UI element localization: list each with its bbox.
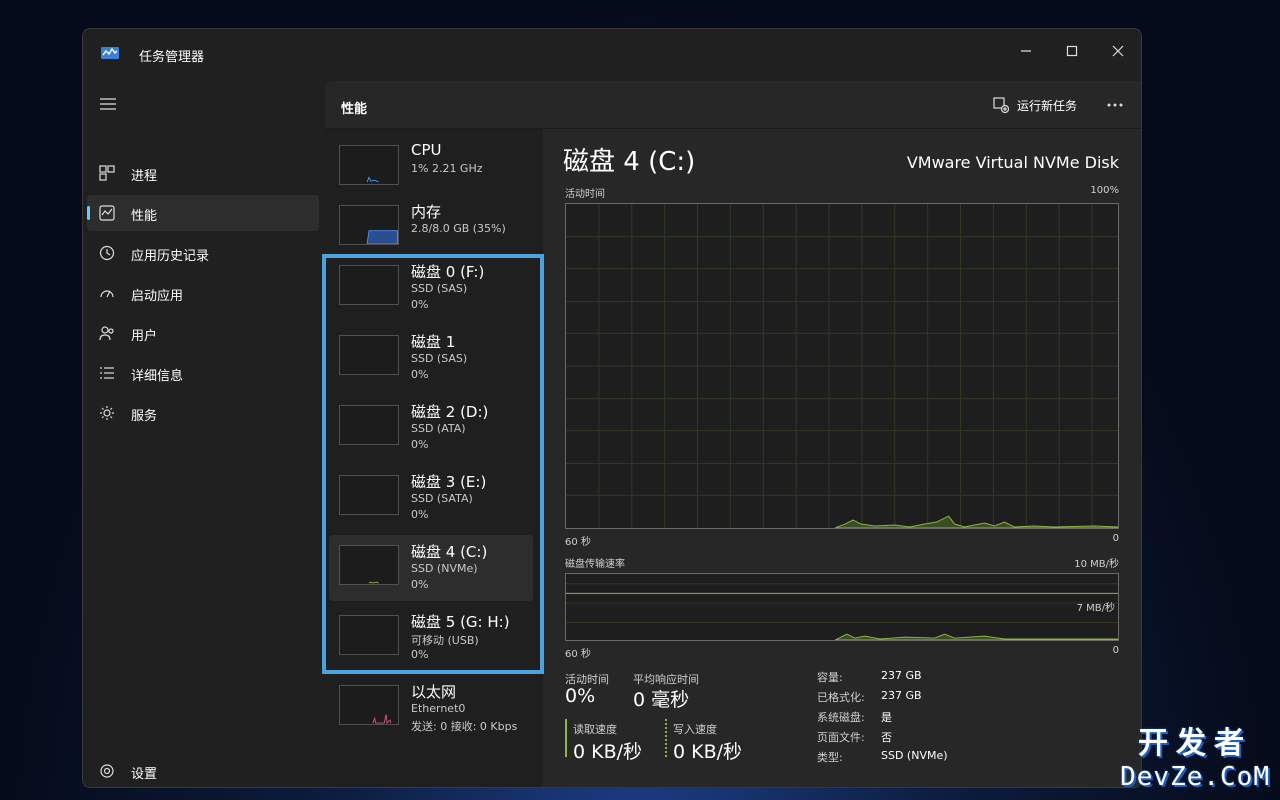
sidebar-item-label: 应用历史记录 <box>131 249 210 264</box>
history-icon <box>99 245 115 261</box>
write-speed-value: 0 KB/秒 <box>673 741 743 763</box>
run-new-task-button[interactable]: 运行新任务 <box>993 95 1077 115</box>
settings-gear-icon <box>100 764 114 778</box>
disk-selection-highlight-box <box>322 254 544 674</box>
processes-icon <box>99 165 115 181</box>
sidebar-item-services[interactable]: 服务 <box>87 395 319 431</box>
main-header: 性能 运行新任务 <box>325 81 1141 129</box>
prop-value: 否 <box>881 731 892 744</box>
device-name: 以太网 <box>411 683 457 701</box>
watermark-top-text: 开发者 <box>1138 726 1253 761</box>
startup-icon <box>100 290 114 298</box>
hamburger-menu-icon[interactable] <box>99 95 117 113</box>
transfer-rate-chart <box>565 573 1119 641</box>
close-icon <box>1112 45 1124 57</box>
sidebar-item-label: 用户 <box>131 329 158 344</box>
minimize-button[interactable] <box>1003 35 1049 67</box>
cpu-thumbnail-graph <box>339 145 399 185</box>
sidebar-item-performance[interactable]: 性能 <box>87 195 319 231</box>
sidebar-item-label: 服务 <box>131 409 158 424</box>
prop-value: 是 <box>881 711 892 724</box>
prop-value: SSD (NVMe) <box>881 749 948 762</box>
sidebar: 进程 性能 应用历史记录 启动应用 用户 详细信息 服务 设置 <box>83 81 325 787</box>
read-speed-marker <box>565 719 567 757</box>
sidebar-item-users[interactable]: 用户 <box>87 315 319 351</box>
page-title: 性能 <box>341 102 368 117</box>
run-task-icon <box>993 97 1009 113</box>
device-cpu[interactable]: CPU 1% 2.21 GHz <box>329 135 533 201</box>
device-usage: 发送: 0 接收: 0 Kbps <box>411 720 518 733</box>
device-ethernet[interactable]: 以太网 Ethernet0 发送: 0 接收: 0 Kbps <box>329 675 533 741</box>
sidebar-item-processes[interactable]: 进程 <box>87 155 319 191</box>
prop-value: 237 GB <box>881 669 922 682</box>
sidebar-item-settings[interactable]: 设置 <box>87 753 319 787</box>
minimize-icon <box>1021 50 1031 52</box>
write-speed-marker <box>665 719 667 757</box>
prop-label: 已格式化: <box>817 691 865 704</box>
sidebar-item-startup[interactable]: 启动应用 <box>87 275 319 311</box>
prop-label: 容量: <box>817 671 843 684</box>
prop-label: 系统磁盘: <box>817 711 865 724</box>
transfer-rate-chart-label: 磁盘传输速率 <box>565 559 625 570</box>
device-subtitle: 1% 2.21 GHz <box>411 162 483 175</box>
task-manager-app-icon <box>101 47 119 59</box>
active-time-chart-label: 活动时间 <box>565 189 605 200</box>
transfer-rate-chart-x-right: 0 <box>1112 645 1119 656</box>
more-options-icon[interactable] <box>1105 95 1125 115</box>
watermark-bottom-text: DevZe.CoM <box>1120 762 1270 792</box>
prop-label: 类型: <box>817 751 843 764</box>
device-subtitle: 2.8/8.0 GB (35%) <box>411 222 506 235</box>
memory-thumbnail-graph <box>339 205 399 245</box>
active-time-stat-value: 0% <box>565 685 596 707</box>
read-speed-value: 0 KB/秒 <box>573 741 643 763</box>
device-memory[interactable]: 内存 2.8/8.0 GB (35%) <box>329 195 533 261</box>
transfer-rate-chart-max: 10 MB/秒 <box>1074 559 1119 570</box>
sidebar-item-details[interactable]: 详细信息 <box>87 355 319 391</box>
services-icon <box>100 406 114 420</box>
device-subtitle: Ethernet0 <box>411 702 466 715</box>
maximize-button[interactable] <box>1049 35 1095 67</box>
title-bar: 任务管理器 <box>83 29 1141 81</box>
disk-detail-panel: 磁盘 4 (C:) VMware Virtual NVMe Disk 活动时间 … <box>563 129 1123 787</box>
devze-watermark: 开发者 DevZe.CoM <box>1120 718 1270 792</box>
sidebar-item-label: 启动应用 <box>131 289 184 304</box>
close-button[interactable] <box>1095 35 1141 67</box>
performance-icon <box>99 205 115 221</box>
sidebar-item-label: 性能 <box>131 209 158 224</box>
active-time-chart-x-left: 60 秒 <box>565 537 591 548</box>
maximize-icon <box>1066 45 1078 57</box>
write-speed-label: 写入速度 <box>673 723 717 736</box>
details-icon <box>100 367 114 379</box>
disk-title: 磁盘 4 (C:) <box>563 147 696 177</box>
active-time-chart <box>565 203 1119 529</box>
response-time-stat-value: 0 毫秒 <box>633 689 690 711</box>
read-speed-label: 读取速度 <box>573 723 617 736</box>
sidebar-item-label: 详细信息 <box>131 369 184 384</box>
transfer-rate-chart-mid: 7 MB/秒 <box>1076 603 1115 614</box>
active-time-chart-max: 100% <box>1090 185 1119 196</box>
prop-value: 237 GB <box>881 689 922 702</box>
transfer-rate-chart-x-left: 60 秒 <box>565 649 591 660</box>
disk-model: VMware Virtual NVMe Disk <box>906 153 1119 172</box>
ethernet-thumbnail-graph <box>339 685 399 725</box>
task-manager-window: 任务管理器 进程 性能 应用历史记录 启动应用 用户 详细信息 服务 设置 性能… <box>82 28 1142 788</box>
users-icon <box>99 326 114 341</box>
prop-label: 页面文件: <box>817 731 865 744</box>
device-name: CPU <box>411 141 442 159</box>
run-task-label: 运行新任务 <box>1017 98 1078 113</box>
sidebar-item-label: 进程 <box>131 169 158 184</box>
device-name: 内存 <box>411 203 442 221</box>
active-time-chart-x-right: 0 <box>1112 533 1119 544</box>
sidebar-item-label: 设置 <box>131 767 158 782</box>
sidebar-item-app-history[interactable]: 应用历史记录 <box>87 235 319 271</box>
app-title: 任务管理器 <box>139 50 205 65</box>
